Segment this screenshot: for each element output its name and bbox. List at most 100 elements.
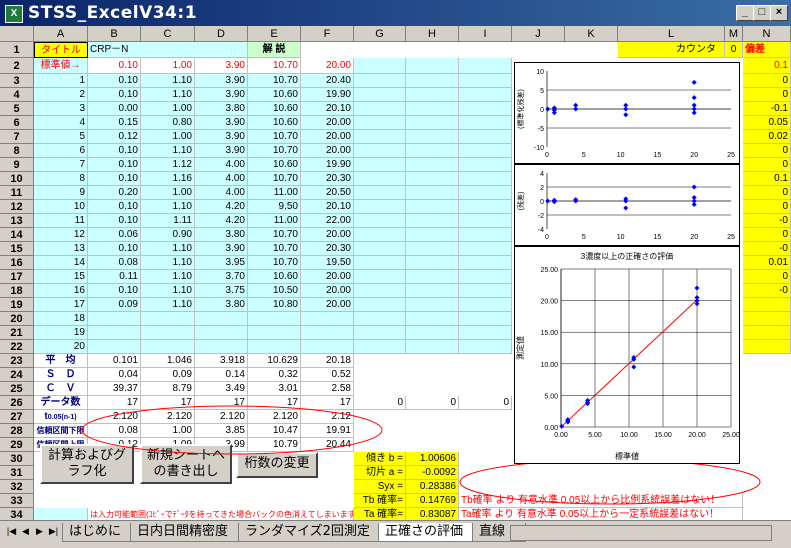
input-range-note[interactable]: は入力可能範囲(ｺﾋﾟｰでﾃﾞｰﾀを持ってきた場合バックの色消えてしまいますの <box>88 508 354 520</box>
empty-cell[interactable] <box>459 298 512 312</box>
data-cell[interactable]: 1.16 <box>141 172 195 186</box>
data-cell[interactable]: 0.09 <box>88 298 141 312</box>
data-cell[interactable]: 1.10 <box>141 256 195 270</box>
next-sheet-button[interactable]: ▶ <box>34 525 45 538</box>
bias-value[interactable]: 0 <box>743 158 791 172</box>
empty-cell[interactable] <box>406 284 459 298</box>
sample-number[interactable]: 14 <box>34 256 88 270</box>
empty-cell[interactable] <box>354 58 406 74</box>
data-cell[interactable]: 3.90 <box>195 74 248 88</box>
column-header[interactable]: D <box>195 26 248 42</box>
empty-cell[interactable] <box>354 256 406 270</box>
data-cell[interactable]: 0.10 <box>88 214 141 228</box>
data-cell[interactable] <box>141 340 195 354</box>
stat-value[interactable]: 10.79 <box>248 438 301 452</box>
empty-cell[interactable] <box>354 74 406 88</box>
data-cell[interactable] <box>301 326 354 340</box>
regression-label[interactable]: Syx = <box>354 480 406 494</box>
data-cell[interactable]: 3.80 <box>195 298 248 312</box>
row-header[interactable]: 21 <box>0 326 34 340</box>
stat-value[interactable]: 1.00 <box>141 424 195 438</box>
stat-label[interactable]: t0.05(n-1) <box>34 410 88 424</box>
row-header[interactable]: 19 <box>0 298 34 312</box>
stat-value[interactable]: 3.01 <box>248 382 301 396</box>
stat-value[interactable]: 2.12 <box>301 410 354 424</box>
stat-value[interactable]: 0.101 <box>88 354 141 368</box>
empty-cell[interactable] <box>459 130 512 144</box>
data-cell[interactable]: 10.60 <box>248 270 301 284</box>
data-cell[interactable]: 22.00 <box>301 214 354 228</box>
row-header[interactable]: 23 <box>0 354 34 368</box>
stat-label[interactable]: 信頼区間下限 <box>34 424 88 438</box>
minimize-button[interactable]: _ <box>736 5 754 21</box>
empty-cell[interactable] <box>459 228 512 242</box>
first-sheet-button[interactable]: |◀ <box>6 525 17 538</box>
sample-number[interactable]: 10 <box>34 200 88 214</box>
row-header[interactable]: 20 <box>0 312 34 326</box>
empty-cell[interactable] <box>354 200 406 214</box>
standard-value[interactable]: 10.70 <box>248 58 301 74</box>
data-cell[interactable]: 0.15 <box>88 116 141 130</box>
stat-value[interactable]: 3.85 <box>195 424 248 438</box>
last-sheet-button[interactable]: ▶| <box>48 525 59 538</box>
empty-cell[interactable] <box>354 102 406 116</box>
regression-value[interactable]: -0.0092 <box>406 466 459 480</box>
column-header[interactable]: E <box>248 26 301 42</box>
ta-message[interactable]: Ta確率 より 有意水準 0.05以上から一定系統誤差はない！ <box>459 508 743 520</box>
empty-cell[interactable] <box>459 144 512 158</box>
data-cell[interactable]: 0.06 <box>88 228 141 242</box>
column-header[interactable]: F <box>301 26 354 42</box>
empty-cell[interactable] <box>459 200 512 214</box>
column-header[interactable]: A <box>34 26 88 42</box>
kaisetsu-button[interactable]: 解 説 <box>248 42 301 58</box>
row-header[interactable]: 2 <box>0 58 34 74</box>
data-cell[interactable]: 3.80 <box>195 228 248 242</box>
stat-value[interactable]: 20.44 <box>301 438 354 452</box>
data-cell[interactable]: 20.00 <box>301 270 354 284</box>
empty-cell[interactable] <box>354 326 406 340</box>
data-cell[interactable]: 0.10 <box>88 144 141 158</box>
data-cell[interactable] <box>248 326 301 340</box>
stat-value[interactable]: 17 <box>88 396 141 410</box>
empty-cell[interactable] <box>406 102 459 116</box>
data-cell[interactable] <box>141 312 195 326</box>
data-cell[interactable]: 0.80 <box>141 116 195 130</box>
stat-value[interactable]: 2.120 <box>141 410 195 424</box>
sample-number[interactable]: 13 <box>34 242 88 256</box>
bias-value[interactable]: 0 <box>743 88 791 102</box>
data-cell[interactable]: 1.00 <box>141 130 195 144</box>
data-cell[interactable] <box>195 340 248 354</box>
data-cell[interactable] <box>195 312 248 326</box>
column-header[interactable]: J <box>512 26 565 42</box>
data-cell[interactable]: 20.00 <box>301 116 354 130</box>
data-cell[interactable]: 4.20 <box>195 214 248 228</box>
row-header[interactable]: 17 <box>0 270 34 284</box>
stat-value[interactable]: 2.120 <box>248 410 301 424</box>
stat-label[interactable]: Ｃ Ｖ <box>34 382 88 396</box>
stat-value[interactable]: 3.918 <box>195 354 248 368</box>
counter-label[interactable]: カウンタ <box>618 42 725 58</box>
data-cell[interactable] <box>301 340 354 354</box>
empty-cell[interactable] <box>406 340 459 354</box>
calc-button[interactable]: 計算およびグラフ化 <box>40 444 134 484</box>
data-cell[interactable]: 3.90 <box>195 130 248 144</box>
empty-cell[interactable] <box>354 88 406 102</box>
data-cell[interactable]: 10.70 <box>248 242 301 256</box>
tb-message[interactable]: Tb確率 より 有意水準 0.05以上から比例系統誤差はない！ <box>459 494 743 508</box>
empty-cell[interactable] <box>406 200 459 214</box>
sample-number[interactable]: 17 <box>34 298 88 312</box>
data-cell[interactable]: 1.10 <box>141 74 195 88</box>
data-cell[interactable]: 0.90 <box>141 228 195 242</box>
data-cell[interactable]: 10.60 <box>248 116 301 130</box>
bias-value[interactable]: 0.05 <box>743 116 791 130</box>
stat-label[interactable]: データ数 <box>34 396 88 410</box>
row-header[interactable]: 5 <box>0 102 34 116</box>
bias-value[interactable]: 0.1 <box>743 58 791 74</box>
empty-cell[interactable] <box>459 284 512 298</box>
empty-cell[interactable] <box>459 58 512 74</box>
empty-cell[interactable] <box>354 158 406 172</box>
mid-chart[interactable]: (残差) 4 2 0 -2 -4 0 5 10 15 20 25 <box>514 164 740 246</box>
empty-cell[interactable] <box>459 116 512 130</box>
row-header[interactable]: 25 <box>0 382 34 396</box>
sample-number[interactable]: 19 <box>34 326 88 340</box>
